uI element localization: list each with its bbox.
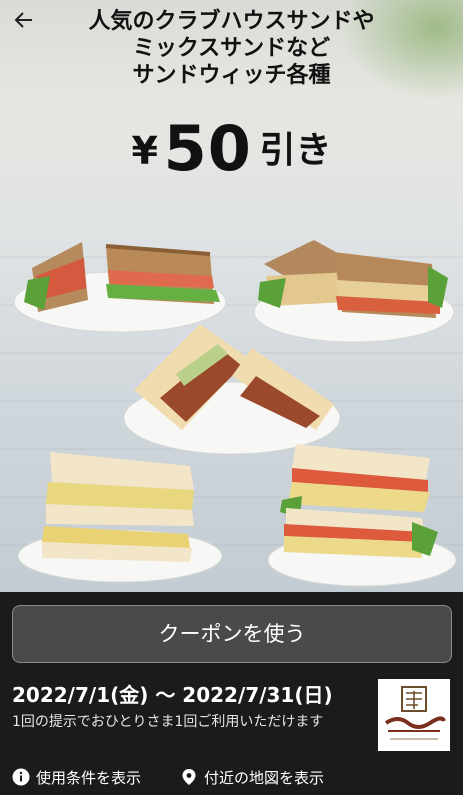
headline: 人気のクラブハウスサンドや ミックスサンドなど サンドウィッチ各種 — [0, 8, 463, 89]
use-coupon-button[interactable]: クーポンを使う — [12, 605, 452, 663]
discount-suffix: 引き — [259, 130, 332, 171]
discount-label: ¥ 50 引き — [0, 112, 463, 185]
show-map-link[interactable]: 付近の地図を表示 — [180, 765, 324, 791]
sandwich-tomato-egg-image — [267, 444, 457, 587]
usage-terms: 1回の提示でおひとりさま1回ご利用いただけます — [12, 714, 324, 730]
brand-logo-graphic — [378, 679, 450, 751]
headline-line-1: 人気のクラブハウスサンドや — [88, 9, 375, 34]
ueshima-coffee-logo — [378, 679, 450, 751]
info-icon — [12, 768, 30, 786]
headline-line-3: サンドウィッチ各種 — [132, 63, 331, 88]
show-conditions-label: 使用条件を表示 — [36, 769, 142, 787]
use-coupon-area: クーポンを使う — [12, 605, 452, 663]
validity-period: 2022/7/1(金) 〜 2022/7/31(日) — [12, 683, 333, 707]
location-pin-icon — [182, 769, 196, 785]
show-conditions-link[interactable]: 使用条件を表示 — [12, 765, 141, 791]
show-map-label: 付近の地図を表示 — [204, 769, 325, 787]
yen-symbol: ¥ — [131, 129, 158, 173]
hero-banner: 人気のクラブハウスサンドや ミックスサンドなど サンドウィッチ各種 ¥ 50 引… — [0, 0, 463, 592]
headline-line-2: ミックスサンドなど — [132, 36, 331, 61]
footer-links: 使用条件を表示 付近の地図を表示 — [12, 765, 452, 791]
discount-amount: 50 — [163, 112, 252, 185]
sandwich-egg-mix-image — [17, 452, 223, 583]
